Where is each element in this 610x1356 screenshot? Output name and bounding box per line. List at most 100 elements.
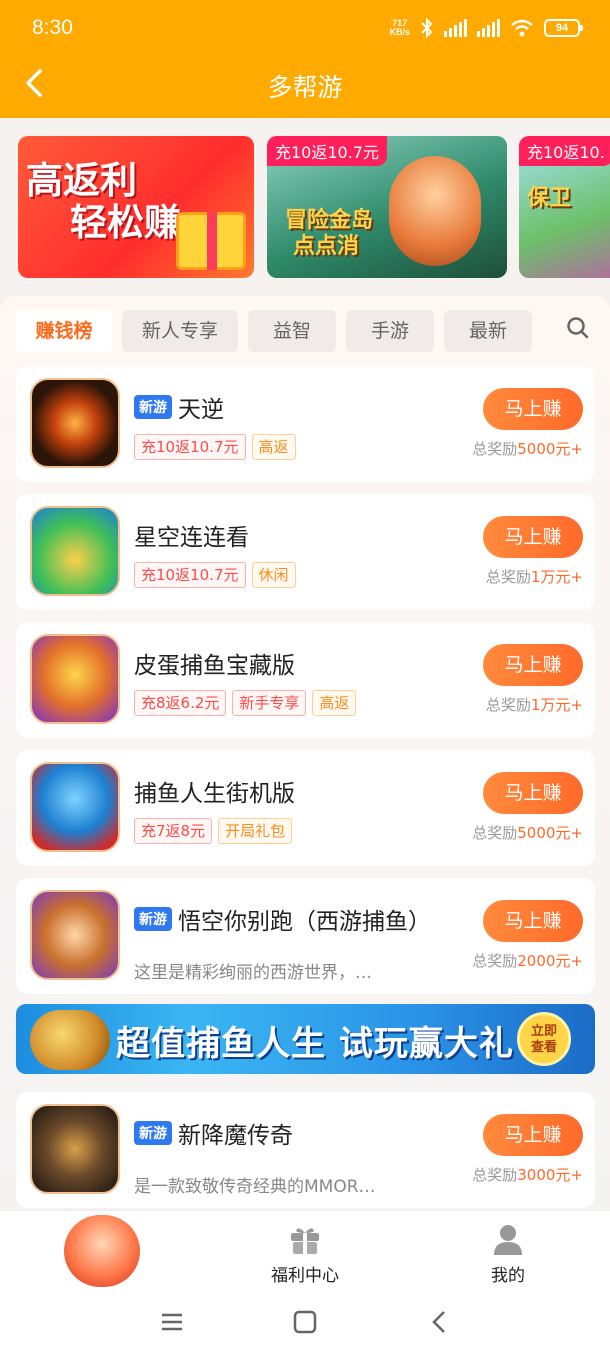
game-tags: 充8返6.2元 新手专享 高返 xyxy=(134,690,357,716)
game-tags: 充10返10.7元 高返 xyxy=(134,434,296,460)
reward-prefix: 总奖励 xyxy=(472,1166,518,1184)
reward-amount: 5000元+ xyxy=(517,824,583,842)
game-icon xyxy=(30,762,120,852)
banner-rebate-tag: 充10返10.7元 xyxy=(267,136,387,166)
nav-welfare-center[interactable]: 福利中心 xyxy=(250,1223,360,1286)
banner-line-1: 高返利 xyxy=(26,159,137,202)
reward-prefix: 总奖励 xyxy=(472,952,518,970)
game-tag: 充10返10.7元 xyxy=(134,434,246,460)
menu-icon[interactable] xyxy=(160,1310,184,1334)
game-tag: 充8返6.2元 xyxy=(134,690,227,716)
game-card[interactable]: 捕鱼人生街机版 充7返8元 开局礼包 马上赚 总奖励5000元+ xyxy=(16,750,595,866)
view-now-line-2: 查看 xyxy=(530,1040,557,1055)
game-name: 天逆 xyxy=(178,397,224,423)
game-tag: 高返 xyxy=(251,434,296,460)
tab-earning-rank[interactable]: 赚钱榜 xyxy=(16,310,112,352)
game-card[interactable]: 星空连连看 充10返10.7元 休闲 马上赚 总奖励1万元+ xyxy=(16,494,595,610)
total-reward: 总奖励2000元+ xyxy=(472,950,583,971)
home-icon[interactable] xyxy=(293,1310,317,1334)
game-title-row: 星空连连看 xyxy=(134,518,249,552)
gift-icon xyxy=(291,1228,319,1254)
new-game-badge: 新游 xyxy=(134,1121,172,1145)
game-title-row: 新游 新降魔传奇 xyxy=(134,1116,293,1150)
bottom-navigation: 福利中心 我的 xyxy=(0,1210,610,1290)
new-game-badge: 新游 xyxy=(134,395,172,419)
reward-amount: 3000元+ xyxy=(517,1166,583,1184)
banner-game-2[interactable]: 冒险金岛 点点消 充10返10.7元 xyxy=(267,136,507,278)
earn-now-button[interactable]: 马上赚 xyxy=(483,1114,583,1156)
total-reward: 总奖励3000元+ xyxy=(472,1164,583,1185)
game-name: 皮蛋捕鱼宝藏版 xyxy=(134,653,295,679)
earn-now-button[interactable]: 马上赚 xyxy=(483,644,583,686)
page-title: 多帮游 xyxy=(267,73,343,102)
earn-now-button[interactable]: 马上赚 xyxy=(483,388,583,430)
game-icon xyxy=(30,890,120,980)
earn-now-button[interactable]: 马上赚 xyxy=(483,900,583,942)
signal-icon-2 xyxy=(477,19,500,37)
earn-now-button[interactable]: 马上赚 xyxy=(483,516,583,558)
ad-headline: 超值捕鱼人生 试玩赢大礼 xyxy=(116,1024,514,1064)
total-reward: 总奖励1万元+ xyxy=(486,566,583,587)
banner-carousel[interactable]: 高返利 轻松赚 冒险金岛 点点消 充10返10.7元 保卫 充10返10. xyxy=(0,118,610,298)
game-card[interactable]: 新游 天逆 充10返10.7元 高返 马上赚 总奖励5000元+ xyxy=(16,366,595,482)
game-tag: 充10返10.7元 xyxy=(134,562,246,588)
category-tabs: 赚钱榜 新人专享 益智 手游 最新 xyxy=(16,310,532,352)
game-tag: 开局礼包 xyxy=(218,818,293,844)
banner-high-rebate[interactable]: 高返利 轻松赚 xyxy=(18,136,254,278)
system-navigation-bar xyxy=(0,1290,610,1356)
banner-game-3[interactable]: 保卫 充10返10. xyxy=(519,136,610,278)
game-tags: 充7返8元 开局礼包 xyxy=(134,818,293,844)
battery-icon: 94 xyxy=(544,19,583,37)
tab-latest[interactable]: 最新 xyxy=(444,310,532,352)
banner-game-title: 冒险金岛 点点消 xyxy=(285,208,373,260)
view-now-button[interactable]: 立即 查看 xyxy=(517,1012,571,1066)
earn-now-button[interactable]: 马上赚 xyxy=(483,772,583,814)
tab-puzzle[interactable]: 益智 xyxy=(248,310,336,352)
total-reward: 总奖励5000元+ xyxy=(472,822,583,843)
game-tag: 高返 xyxy=(312,690,357,716)
status-icons: 717 KB/s 94 xyxy=(389,18,583,38)
status-time: 8:30 xyxy=(32,16,73,39)
back-nav-icon[interactable] xyxy=(428,1310,452,1334)
reward-prefix: 总奖励 xyxy=(472,440,518,458)
game-name: 新降魔传奇 xyxy=(178,1123,293,1149)
reward-amount: 2000元+ xyxy=(517,952,583,970)
game-icon xyxy=(30,378,120,468)
reward-amount: 5000元+ xyxy=(517,440,583,458)
banner-headline: 高返利 轻松赚 xyxy=(26,160,181,244)
game-list-panel: 赚钱榜 新人专享 益智 手游 最新 新游 天逆 充10返10.7元 高返 马上赚… xyxy=(0,296,610,1210)
promo-ad-banner[interactable]: 超值捕鱼人生 试玩赢大礼 立即 查看 xyxy=(16,1004,595,1074)
game-title-row: 新游 天逆 xyxy=(134,390,224,424)
game-description: 是一款致敬传奇经典的MMOR… xyxy=(134,1177,376,1197)
tab-newcomer[interactable]: 新人专享 xyxy=(122,310,238,352)
search-icon[interactable] xyxy=(566,316,590,340)
app-header: 8:30 717 KB/s 94 多帮游 xyxy=(0,0,610,118)
game-name: 悟空你别跑（西游捕鱼） xyxy=(178,909,431,935)
reward-prefix: 总奖励 xyxy=(472,824,518,842)
user-icon xyxy=(494,1225,522,1255)
banner-game-title-line-1: 冒险金岛 xyxy=(285,208,374,233)
game-card[interactable]: 新游 悟空你别跑（西游捕鱼） 这里是精彩绚丽的西游世界，… 马上赚 总奖励200… xyxy=(16,878,595,994)
game-icon xyxy=(30,1104,120,1194)
banner-line-2: 轻松赚 xyxy=(70,201,181,244)
tab-mobile-games[interactable]: 手游 xyxy=(346,310,434,352)
bluetooth-icon xyxy=(421,18,433,38)
net-speed-unit: KB/s xyxy=(389,27,410,37)
game-card[interactable]: 新游 新降魔传奇 是一款致敬传奇经典的MMOR… 马上赚 总奖励3000元+ xyxy=(16,1092,595,1208)
new-game-badge: 新游 xyxy=(134,907,172,931)
game-icon xyxy=(30,634,120,724)
net-speed: 717 KB/s xyxy=(389,19,410,37)
reward-prefix: 总奖励 xyxy=(485,696,531,714)
nav-mine[interactable]: 我的 xyxy=(453,1223,563,1286)
gift-icon xyxy=(176,212,246,270)
game-title-row: 新游 悟空你别跑（西游捕鱼） xyxy=(134,902,431,936)
total-reward: 总奖励5000元+ xyxy=(472,438,583,459)
game-tag: 新手专享 xyxy=(232,690,307,716)
game-card[interactable]: 皮蛋捕鱼宝藏版 充8返6.2元 新手专享 高返 马上赚 总奖励1万元+ xyxy=(16,622,595,738)
nav-mine-label: 我的 xyxy=(491,1266,525,1286)
nav-home-mascot-icon[interactable] xyxy=(64,1215,140,1287)
wifi-icon xyxy=(511,19,533,37)
reward-amount: 1万元+ xyxy=(530,696,583,714)
reward-amount: 1万元+ xyxy=(530,568,583,586)
banner-rebate-tag: 充10返10. xyxy=(519,136,610,166)
